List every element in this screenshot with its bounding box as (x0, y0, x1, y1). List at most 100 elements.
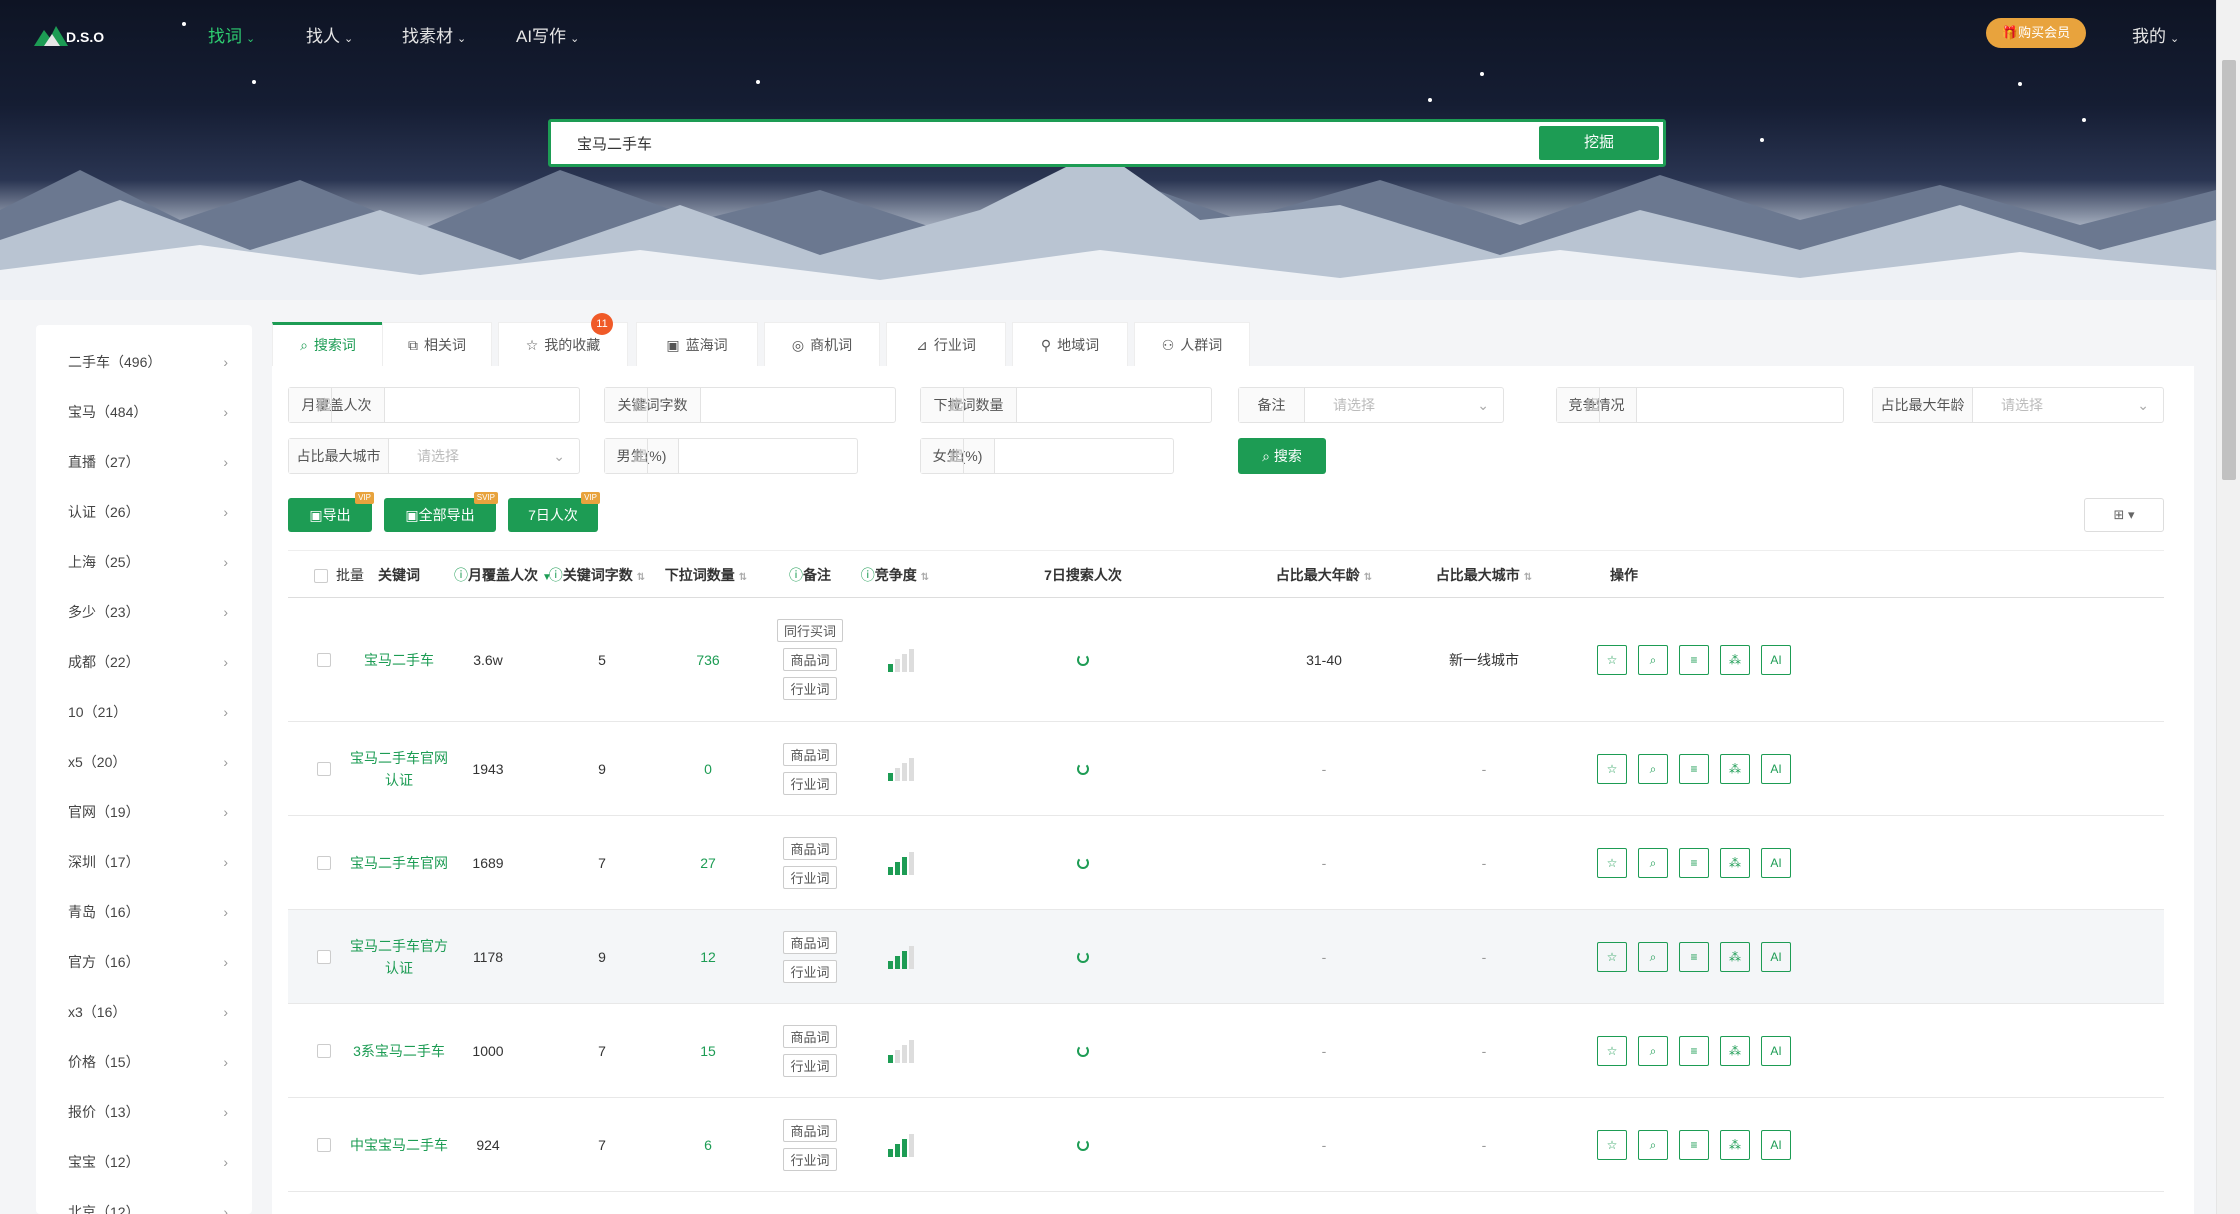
header-competition[interactable]: ⓘ竞争度 ⇅ (840, 551, 950, 599)
select-all-checkbox[interactable] (314, 569, 328, 584)
sidebar-item[interactable]: 价格（15） › (68, 1037, 228, 1087)
refresh-icon[interactable] (1077, 1138, 1089, 1151)
ai-icon[interactable]: AI (1761, 847, 1791, 878)
sidebar-item[interactable]: 官方（16） › (68, 937, 228, 987)
ai-icon[interactable]: AI (1761, 1035, 1791, 1066)
row-checkbox[interactable] (317, 652, 331, 667)
tab-contact[interactable]: ▣ 蓝海词 (636, 322, 758, 366)
tree-icon[interactable]: ⁂ (1720, 1035, 1750, 1066)
sidebar-item[interactable]: 上海（25） › (68, 537, 228, 587)
column-settings-button[interactable]: ⊞ ▾ (2084, 498, 2164, 532)
tab-copy[interactable]: ⧉ 相关词 (382, 322, 492, 366)
filter-to-input[interactable]: 止 (605, 439, 647, 473)
export-all-button[interactable]: ▣全部导出 SVIP (384, 492, 498, 532)
tree-icon[interactable]: ⁂ (1720, 1129, 1750, 1160)
dropdown-count-link[interactable]: 6 (658, 1098, 758, 1191)
sidebar-item[interactable]: 认证（26） › (68, 487, 228, 537)
sidebar-item[interactable]: 10（21） › (68, 687, 228, 737)
seven-day-button[interactable]: 7日人次 VIP (508, 492, 600, 532)
list-icon[interactable]: ≡ (1679, 753, 1709, 784)
ai-icon[interactable]: AI (1761, 1129, 1791, 1160)
filter-to-input[interactable]: 止 (1557, 388, 1599, 422)
star-icon[interactable]: ☆ (1597, 644, 1627, 675)
header-dropdown-count[interactable]: 下拉词数量 ⇅ (646, 551, 766, 599)
keyword-link[interactable]: 宝马二手车 (364, 649, 434, 671)
sidebar-item[interactable]: 官网（19） › (68, 787, 228, 837)
page-scrollbar[interactable] (2216, 0, 2240, 1214)
row-checkbox[interactable] (317, 1043, 331, 1058)
ai-icon[interactable]: AI (1761, 941, 1791, 972)
tree-icon[interactable]: ⁂ (1720, 644, 1750, 675)
mine-button[interactable]: 挖掘 (1539, 126, 1659, 160)
list-icon[interactable]: ≡ (1679, 847, 1709, 878)
star-icon[interactable]: ☆ (1597, 753, 1627, 784)
sidebar-item[interactable]: 深圳（17） › (68, 837, 228, 887)
dropdown-count-link[interactable]: 736 (658, 598, 758, 721)
list-icon[interactable]: ≡ (1679, 644, 1709, 675)
keyword-link[interactable]: 3系宝马二手车 (353, 1040, 445, 1062)
star-icon[interactable]: ☆ (1597, 1035, 1627, 1066)
city-select[interactable]: 请选择 ⌄ (389, 439, 579, 473)
tree-icon[interactable]: ⁂ (1720, 941, 1750, 972)
search-icon[interactable]: ⌕ (1638, 1035, 1668, 1066)
search-icon[interactable]: ⌕ (1638, 1129, 1668, 1160)
sidebar-item[interactable]: 北京（12） › (68, 1187, 228, 1214)
tree-icon[interactable]: ⁂ (1720, 753, 1750, 784)
dropdown-count-link[interactable]: 0 (658, 722, 758, 815)
scrollbar-thumb[interactable] (2222, 60, 2236, 480)
nav-find-people[interactable]: 找人 ⌄ (306, 22, 353, 47)
dropdown-count-link[interactable]: 12 (658, 910, 758, 1003)
refresh-icon[interactable] (1077, 856, 1089, 869)
ai-icon[interactable]: AI (1761, 753, 1791, 784)
note-select[interactable]: 请选择 ⌄ (1305, 388, 1503, 422)
star-icon[interactable]: ☆ (1597, 847, 1627, 878)
filter-search-button[interactable]: ⌕ 搜索 (1238, 438, 1326, 474)
refresh-icon[interactable] (1077, 1044, 1089, 1057)
sidebar-item[interactable]: x5（20） › (68, 737, 228, 787)
my-account-menu[interactable]: 我的 ⌄ (2132, 22, 2179, 47)
sidebar-item[interactable]: 多少（23） › (68, 587, 228, 637)
sidebar-item[interactable]: 宝马（484） › (68, 387, 228, 437)
search-icon[interactable]: ⌕ (1638, 941, 1668, 972)
list-icon[interactable]: ≡ (1679, 1129, 1709, 1160)
header-max-age[interactable]: 占比最大年龄 ⇅ (1254, 551, 1394, 599)
dropdown-count-link[interactable]: 15 (658, 1004, 758, 1097)
tree-icon[interactable]: ⁂ (1720, 847, 1750, 878)
row-checkbox[interactable] (317, 855, 331, 870)
filter-max-city[interactable]: 占比最大城市 请选择 ⌄ (288, 438, 580, 474)
list-icon[interactable]: ≡ (1679, 1035, 1709, 1066)
sidebar-item[interactable]: 成都（22） › (68, 637, 228, 687)
search-icon[interactable]: ⌕ (1638, 644, 1668, 675)
filter-to-input[interactable]: 止 (921, 439, 963, 473)
keyword-link[interactable]: 宝马二手车官网 (350, 852, 448, 874)
sidebar-item[interactable]: 直播（27） › (68, 437, 228, 487)
refresh-icon[interactable] (1077, 762, 1089, 775)
row-checkbox[interactable] (317, 1137, 331, 1152)
row-checkbox[interactable] (317, 949, 331, 964)
sidebar-item[interactable]: 二手车（496） › (68, 337, 228, 387)
filter-note[interactable]: 备注 请选择 ⌄ (1238, 387, 1504, 423)
header-max-city[interactable]: 占比最大城市 ⇅ (1414, 551, 1554, 599)
refresh-icon[interactable] (1077, 653, 1089, 666)
nav-ai-writing[interactable]: AI写作 ⌄ (516, 22, 579, 47)
logo[interactable]: D.S.O (34, 16, 114, 52)
tab-users[interactable]: ⚇ 人群词 (1134, 322, 1250, 366)
refresh-icon[interactable] (1077, 950, 1089, 963)
tab-map[interactable]: ⚲ 地域词 (1012, 322, 1128, 366)
sidebar-item[interactable]: 宝宝（12） › (68, 1137, 228, 1187)
nav-find-materials[interactable]: 找素材 ⌄ (402, 22, 466, 47)
export-button[interactable]: ▣导出 VIP (288, 492, 374, 532)
tab-star[interactable]: ☆ 我的收藏 11 (498, 313, 628, 366)
star-icon[interactable]: ☆ (1597, 1129, 1627, 1160)
filter-to-input[interactable]: 止 (289, 388, 331, 422)
filter-max-age[interactable]: 占比最大年龄 请选择 ⌄ (1872, 387, 2164, 423)
tab-location[interactable]: ◎ 商机词 (764, 322, 880, 366)
header-keyword-length[interactable]: ⓘ关键词字数 ⇅ (532, 551, 662, 599)
sidebar-item[interactable]: 青岛（16） › (68, 887, 228, 937)
dropdown-count-link[interactable]: 27 (658, 816, 758, 909)
nav-find-words[interactable]: 找词 ⌄ (208, 22, 255, 47)
filter-to-input[interactable]: 止 (921, 388, 963, 422)
tab-chart[interactable]: ⊿ 行业词 (886, 322, 1006, 366)
search-input[interactable] (551, 122, 1531, 164)
age-select[interactable]: 请选择 ⌄ (1973, 388, 2163, 422)
